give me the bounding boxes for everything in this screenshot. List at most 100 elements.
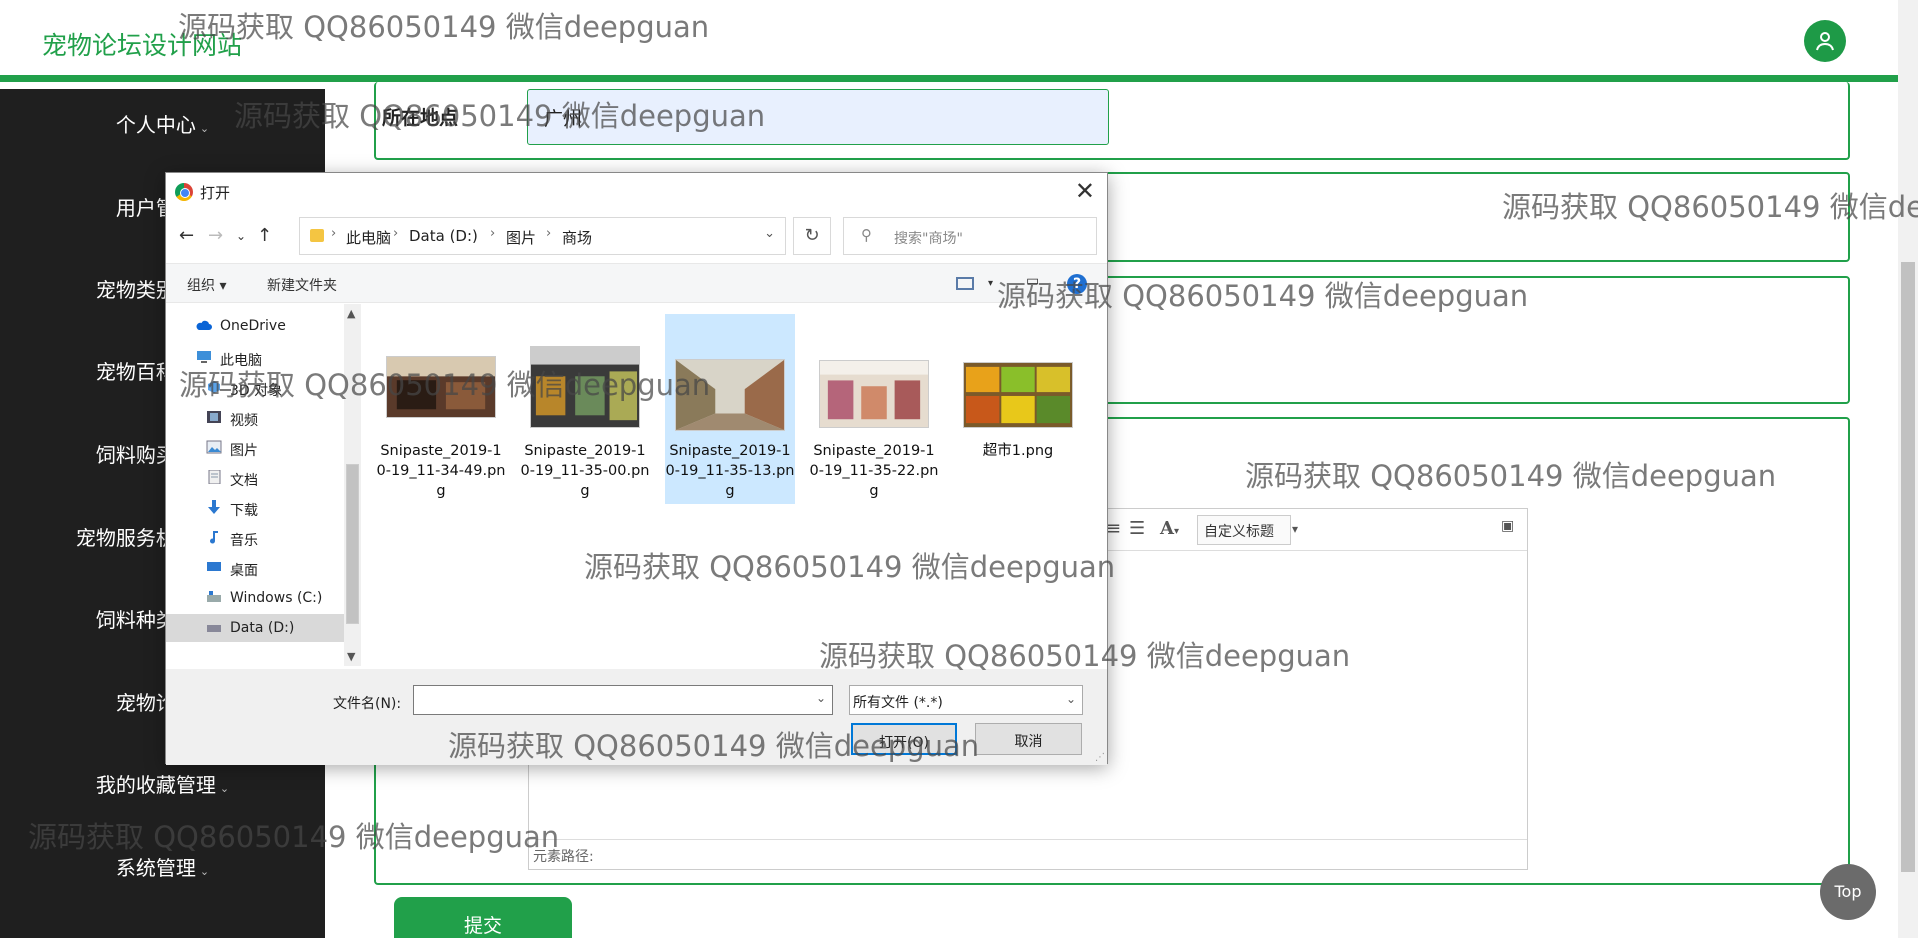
open-button[interactable]: 打开(O)	[851, 723, 957, 755]
location-label: 所在地点	[382, 107, 459, 129]
user-avatar[interactable]	[1804, 20, 1846, 62]
file-name: Snipaste_2019-10-19_11-35-22.png	[809, 443, 939, 499]
music-icon	[210, 531, 218, 544]
preview-pane-icon[interactable]: ▭	[1026, 273, 1039, 289]
organize-button[interactable]: 组织 ▾	[187, 275, 226, 295]
file-name: Snipaste_2019-10-19_11-35-13.png	[665, 443, 795, 499]
image-thumbnail	[963, 362, 1073, 428]
file-type-select[interactable]: 所有文件 (*.*) ⌄	[849, 685, 1083, 715]
resize-grip-icon[interactable]: ⋰	[1095, 752, 1105, 763]
align-justify-icon[interactable]: ≡	[1106, 518, 1121, 539]
computer-icon	[197, 351, 211, 363]
file-item[interactable]: Snipaste_2019-10-19_11-34-49.png	[376, 314, 506, 504]
site-title[interactable]: 宠物论坛设计网站	[42, 26, 242, 62]
back-to-top-button[interactable]: Top	[1820, 864, 1876, 920]
file-item[interactable]: 超市1.png	[953, 314, 1083, 504]
dialog-title: 打开	[200, 184, 231, 202]
nav-item-3d-objects[interactable]: 3D 对象	[166, 374, 346, 402]
file-name: 超市1.png	[982, 443, 1054, 459]
fullscreen-icon[interactable]: ▣	[1501, 518, 1514, 534]
chevron-right-icon: ›	[393, 226, 399, 241]
submit-button[interactable]: 提交	[394, 897, 572, 938]
file-name: Snipaste_2019-10-19_11-35-00.png	[520, 443, 650, 499]
document-icon	[208, 470, 221, 484]
navigation-pane-scrollbar[interactable]: ▲ ▼	[344, 304, 361, 666]
breadcrumb-mall[interactable]: 商场	[562, 227, 592, 248]
sidebar-item-favorites[interactable]: 我的收藏管理 ⌄	[0, 769, 325, 798]
chevron-right-icon: ›	[331, 226, 337, 241]
chevron-right-icon: ›	[490, 226, 496, 241]
dialog-navigation: ← → ⌄ ↑ › 此电脑 › Data (D:) › 图片 › 商场 ⌄ ↻ …	[166, 217, 1107, 257]
dropdown-arrow-icon[interactable]: ▾	[1292, 522, 1298, 536]
page-scrollbar-thumb[interactable]	[1901, 262, 1915, 872]
image-thumbnail	[530, 346, 640, 428]
sidebar-item-system[interactable]: 系统管理 ⌄	[0, 852, 325, 881]
view-options-icon[interactable]	[956, 277, 974, 290]
nav-item-downloads[interactable]: 下载	[166, 494, 346, 522]
dialog-titlebar[interactable]: 打开 ✕	[166, 173, 1107, 211]
filename-label: 文件名(N):	[333, 696, 402, 712]
filename-input[interactable]: ⌄	[413, 685, 833, 715]
user-icon	[1816, 32, 1834, 51]
chevron-right-icon: ›	[546, 226, 552, 241]
header: 宠物论坛设计网站	[0, 0, 1898, 82]
cancel-button[interactable]: 取消	[975, 723, 1082, 755]
custom-title-select[interactable]: 自定义标题	[1197, 515, 1291, 545]
file-item[interactable]: Snipaste_2019-10-19_11-35-22.png	[809, 314, 939, 504]
nav-item-this-pc[interactable]: 此电脑	[166, 344, 346, 372]
chevron-down-icon: ⌄	[219, 782, 230, 795]
navigation-pane: OneDrive 此电脑 3D 对象 视频 图片 文档 下载 音乐 桌面 Win…	[166, 304, 361, 666]
refresh-icon[interactable]: ↻	[793, 217, 831, 255]
nav-item-onedrive[interactable]: OneDrive	[166, 312, 346, 340]
chevron-down-icon[interactable]: ⌄	[764, 226, 775, 241]
nav-item-videos[interactable]: 视频	[166, 404, 346, 432]
search-input[interactable]: ⚲ 搜索"商场"	[843, 217, 1097, 255]
file-name: Snipaste_2019-10-19_11-34-49.png	[376, 443, 506, 499]
cube-icon	[208, 381, 220, 393]
recent-locations-icon[interactable]: ⌄	[236, 229, 246, 243]
help-icon[interactable]: ?	[1067, 274, 1087, 294]
desktop-icon	[207, 562, 221, 571]
chevron-down-icon: ⌄	[199, 122, 210, 135]
open-file-dialog: 打开 ✕ ← → ⌄ ↑ › 此电脑 › Data (D:) › 图片 › 商场…	[165, 172, 1108, 765]
folder-icon	[310, 229, 324, 242]
scrollbar-thumb[interactable]	[346, 464, 359, 624]
scroll-down-icon[interactable]: ▼	[347, 650, 355, 663]
search-icon: ⚲	[861, 226, 872, 244]
dialog-command-bar: 组织 ▾ 新建文件夹 ▾ ▭ ?	[166, 263, 1107, 303]
address-bar[interactable]: › 此电脑 › Data (D:) › 图片 › 商场 ⌄	[299, 217, 786, 255]
cloud-icon	[196, 320, 212, 330]
location-input[interactable]: 广州	[527, 89, 1109, 145]
chevron-down-icon: ⌄	[1065, 692, 1076, 706]
picture-icon	[206, 440, 222, 454]
close-icon[interactable]: ✕	[1075, 177, 1095, 205]
nav-item-documents[interactable]: 文档	[166, 464, 346, 492]
forward-arrow-icon[interactable]: →	[208, 225, 223, 246]
download-icon	[208, 500, 220, 514]
dialog-footer: 文件名(N): ⌄ 所有文件 (*.*) ⌄ 打开(O) 取消 ⋰	[166, 669, 1107, 765]
nav-item-desktop[interactable]: 桌面	[166, 554, 346, 582]
nav-item-data-d[interactable]: Data (D:)	[166, 614, 346, 642]
scroll-up-icon[interactable]: ▲	[347, 307, 355, 320]
sidebar-item-personal-center[interactable]: 个人中心 ⌄	[0, 109, 325, 138]
nav-item-music[interactable]: 音乐	[166, 524, 346, 552]
breadcrumb-data-drive[interactable]: Data (D:)	[409, 227, 478, 245]
font-color-icon[interactable]: A▾	[1160, 518, 1179, 539]
new-folder-button[interactable]: 新建文件夹	[267, 275, 337, 295]
element-path: 元素路径:	[529, 839, 1527, 869]
breadcrumb-pictures[interactable]: 图片	[506, 227, 536, 248]
file-item[interactable]: Snipaste_2019-10-19_11-35-00.png	[520, 314, 650, 504]
back-arrow-icon[interactable]: ←	[179, 225, 194, 246]
chevron-down-icon[interactable]: ▾	[988, 278, 993, 289]
file-list: Snipaste_2019-10-19_11-34-49.png Snipast…	[361, 304, 1107, 666]
image-thumbnail	[819, 360, 929, 428]
nav-item-pictures[interactable]: 图片	[166, 434, 346, 462]
breadcrumb-this-pc[interactable]: 此电脑	[346, 227, 391, 248]
up-arrow-icon[interactable]: ↑	[257, 225, 272, 246]
image-thumbnail	[386, 356, 496, 418]
nav-item-windows-c[interactable]: Windows (C:)	[166, 584, 346, 612]
chevron-down-icon[interactable]: ⌄	[816, 691, 826, 705]
drive-icon	[207, 591, 221, 602]
file-item-selected[interactable]: Snipaste_2019-10-19_11-35-13.png	[665, 314, 795, 504]
align-full-icon[interactable]: ☰	[1129, 518, 1145, 539]
